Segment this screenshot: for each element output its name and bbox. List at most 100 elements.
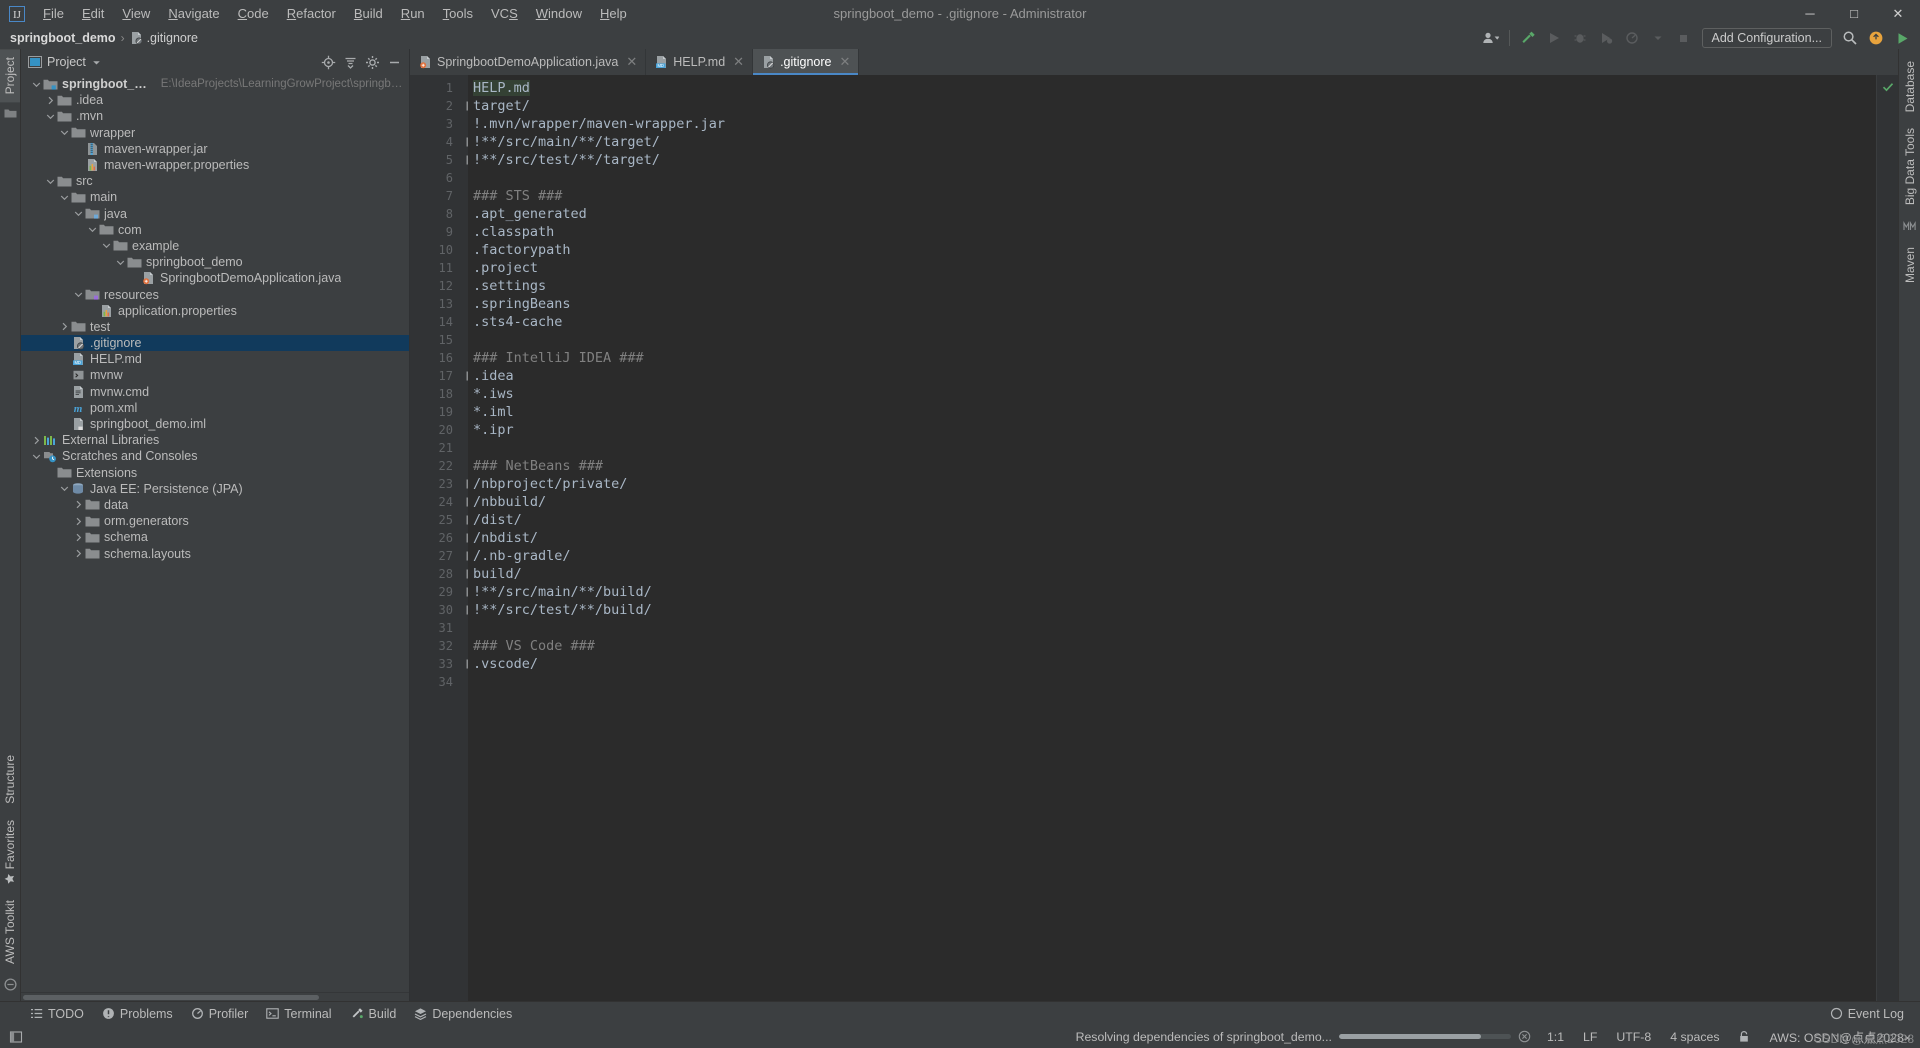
line-number[interactable]: 9	[410, 223, 458, 241]
menu-view[interactable]: View	[113, 3, 159, 24]
sidebar-tab-aws-toolkit[interactable]: AWS Toolkit	[0, 892, 20, 972]
editor-error-stripe[interactable]	[1876, 75, 1898, 1001]
tree-node-application-properties[interactable]: application.properties	[21, 303, 409, 319]
run-coverage-icon[interactable]	[1594, 28, 1618, 48]
line-number[interactable]: 19	[410, 403, 458, 421]
add-configuration-button[interactable]: Add Configuration...	[1701, 28, 1832, 48]
chevron-down-icon[interactable]	[91, 57, 102, 68]
code-line[interactable]	[468, 169, 1876, 187]
code-line[interactable]: .sts4-cache	[468, 313, 1876, 331]
code-line[interactable]: !**/src/test/**/build/	[468, 601, 1876, 619]
tree-node-wrapper[interactable]: wrapper	[21, 125, 409, 141]
line-number[interactable]: 30	[410, 601, 480, 619]
menu-file[interactable]: File	[34, 3, 73, 24]
code-line[interactable]: /nbbuild/	[468, 493, 1876, 511]
line-number[interactable]: 34	[410, 673, 458, 691]
code-line[interactable]: *.iml	[468, 403, 1876, 421]
tree-node-mvn[interactable]: .mvn	[21, 108, 409, 124]
code-line[interactable]: .springBeans	[468, 295, 1876, 313]
close-tab-icon[interactable]: ✕	[733, 54, 744, 70]
folder-rail-icon[interactable]	[4, 108, 17, 119]
code-line[interactable]: !.mvn/wrapper/maven-wrapper.jar	[468, 115, 1876, 133]
code-line[interactable]: target/	[468, 97, 1876, 115]
tree-node-extensions[interactable]: Extensions	[21, 465, 409, 481]
chevron-down-icon[interactable]	[87, 224, 98, 235]
code-line[interactable]: .idea	[468, 367, 1876, 385]
chevron-right-icon[interactable]	[59, 321, 70, 332]
tree-node-idea[interactable]: .idea	[21, 92, 409, 108]
chevron-down-icon[interactable]	[73, 208, 84, 219]
editor-tab-gitignore[interactable]: .gitignore ✕	[753, 49, 860, 75]
code-line[interactable]: *.iws	[468, 385, 1876, 403]
tree-node-springboot-demo[interactable]: springboot_demo	[21, 254, 409, 270]
tree-node-mvnw-cmd[interactable]: mvnw.cmd	[21, 384, 409, 400]
chevron-down-icon[interactable]	[59, 483, 70, 494]
menu-navigate[interactable]: Navigate	[159, 3, 228, 24]
line-number[interactable]: 2	[410, 97, 480, 115]
tree-node-data[interactable]: data	[21, 497, 409, 513]
line-number[interactable]: 14	[410, 313, 458, 331]
close-tab-icon[interactable]: ✕	[840, 54, 851, 70]
line-number[interactable]: 24	[410, 493, 480, 511]
chevron-right-icon[interactable]	[73, 516, 84, 527]
tree-node-scratches-and-consoles[interactable]: Scratches and Consoles	[21, 448, 409, 464]
code-line[interactable]: /.nb-gradle/	[468, 547, 1876, 565]
project-panel-title[interactable]: Project	[28, 55, 102, 69]
caret-position[interactable]: 1:1	[1544, 1028, 1567, 1046]
tree-node-maven-wrapper-jar[interactable]: maven-wrapper.jar	[21, 141, 409, 157]
tree-node-gitignore[interactable]: .gitignore	[21, 335, 409, 352]
menu-refactor[interactable]: Refactor	[278, 3, 345, 24]
chevron-right-icon[interactable]	[73, 548, 84, 559]
debug-icon[interactable]	[1568, 28, 1592, 48]
tree-node-springbootdemoapplication-java[interactable]: SpringbootDemoApplication.java	[21, 270, 409, 286]
code-line[interactable]: .factorypath	[468, 241, 1876, 259]
tree-node-orm-generators[interactable]: orm.generators	[21, 513, 409, 529]
code-line[interactable]: ### IntelliJ IDEA ###	[468, 349, 1876, 367]
aws-toolkit-icon[interactable]	[3, 978, 17, 991]
code-line[interactable]	[468, 673, 1876, 691]
code-line[interactable]: .classpath	[468, 223, 1876, 241]
close-tab-icon[interactable]: ✕	[626, 54, 637, 70]
code-line[interactable]: /nbdist/	[468, 529, 1876, 547]
chevron-down-icon[interactable]	[73, 289, 84, 300]
menu-help[interactable]: Help	[591, 3, 636, 24]
chevron-down-icon[interactable]	[1646, 28, 1670, 48]
breadcrumb-project[interactable]: springboot_demo	[10, 31, 116, 45]
minimize-button[interactable]: ─	[1788, 0, 1832, 27]
line-number[interactable]: 13	[410, 295, 458, 313]
code-line[interactable]: ### VS Code ###	[468, 637, 1876, 655]
chevron-right-icon[interactable]	[73, 532, 84, 543]
chevron-right-icon[interactable]	[31, 435, 42, 446]
line-number[interactable]: 12	[410, 277, 458, 295]
hammer-build-icon[interactable]	[1516, 28, 1540, 48]
menu-window[interactable]: Window	[527, 3, 591, 24]
code-line[interactable]: .vscode/	[468, 655, 1876, 673]
tree-node-pom-xml[interactable]: m pom.xml	[21, 400, 409, 416]
cancel-task-icon[interactable]	[1518, 1030, 1531, 1043]
code-line[interactable]: !**/src/main/**/build/	[468, 583, 1876, 601]
tree-node-external-libraries[interactable]: External Libraries	[21, 432, 409, 448]
code-line[interactable]: *.ipr	[468, 421, 1876, 439]
line-number[interactable]: 22	[410, 457, 458, 475]
line-number[interactable]: 7	[410, 187, 458, 205]
settings-gear-icon[interactable]	[362, 52, 383, 72]
code-line[interactable]	[468, 331, 1876, 349]
tree-node-test[interactable]: test	[21, 319, 409, 335]
code-line[interactable]: ### NetBeans ###	[468, 457, 1876, 475]
line-number[interactable]: 31	[410, 619, 458, 637]
close-button[interactable]: ✕	[1876, 0, 1920, 27]
chevron-down-icon[interactable]	[59, 192, 70, 203]
tree-node-maven-wrapper-properties[interactable]: maven-wrapper.properties	[21, 157, 409, 173]
code-line[interactable]: build/	[468, 565, 1876, 583]
chevron-down-icon[interactable]	[101, 240, 112, 251]
search-icon[interactable]	[1838, 28, 1862, 48]
menu-vcs[interactable]: VCS	[482, 3, 527, 24]
menu-run[interactable]: Run	[392, 3, 434, 24]
code-line[interactable]: .project	[468, 259, 1876, 277]
code-line[interactable]: /dist/	[468, 511, 1876, 529]
chevron-right-icon[interactable]	[73, 499, 84, 510]
code-line[interactable]: /nbproject/private/	[468, 475, 1876, 493]
sidebar-tab-database[interactable]: Database	[1900, 53, 1920, 120]
locate-target-icon[interactable]	[318, 52, 339, 72]
line-number[interactable]: 27	[410, 547, 480, 565]
